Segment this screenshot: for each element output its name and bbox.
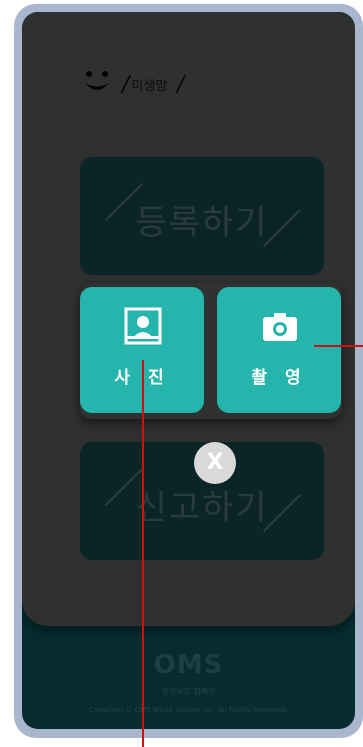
media-choice-panel: 사 진 촬 영 (80, 283, 342, 419)
annotation-line-photo (142, 360, 144, 747)
logo-slash-right: / (175, 71, 187, 97)
register-panel: 등록하기 (80, 157, 324, 275)
device-frame: / 미생맘 / 등록하기 신고하기 사 진 촬 영 X OMS 환경보호 캠페인… (14, 4, 363, 738)
smiley-icon (80, 67, 114, 101)
app-name: 미생맘 (131, 78, 168, 94)
portrait-icon (124, 307, 162, 345)
shoot-button[interactable]: 촬 영 (217, 287, 341, 413)
footer-tagline: 환경보호 캠페인 (161, 687, 216, 696)
footer-logo: OMS (153, 650, 224, 680)
annotation-line-shoot (314, 345, 363, 347)
camera-icon (261, 307, 299, 345)
footer-copyright: Copyright © OMS World Society Inc. All R… (89, 706, 288, 714)
page: / 미생맘 / 등록하기 신고하기 사 진 촬 영 X OMS 환경보호 캠페인… (0, 0, 363, 747)
main-card: / 미생맘 / 등록하기 신고하기 사 진 촬 영 X (22, 12, 355, 626)
close-icon: X (206, 450, 224, 475)
logo-slash-left: / (119, 71, 132, 97)
app-logo: / 미생맘 / (80, 64, 187, 104)
close-button[interactable]: X (194, 442, 236, 484)
app-screen: / 미생맘 / 등록하기 신고하기 사 진 촬 영 X OMS 환경보호 캠페인… (22, 12, 355, 729)
shoot-label: 촬 영 (251, 368, 307, 388)
